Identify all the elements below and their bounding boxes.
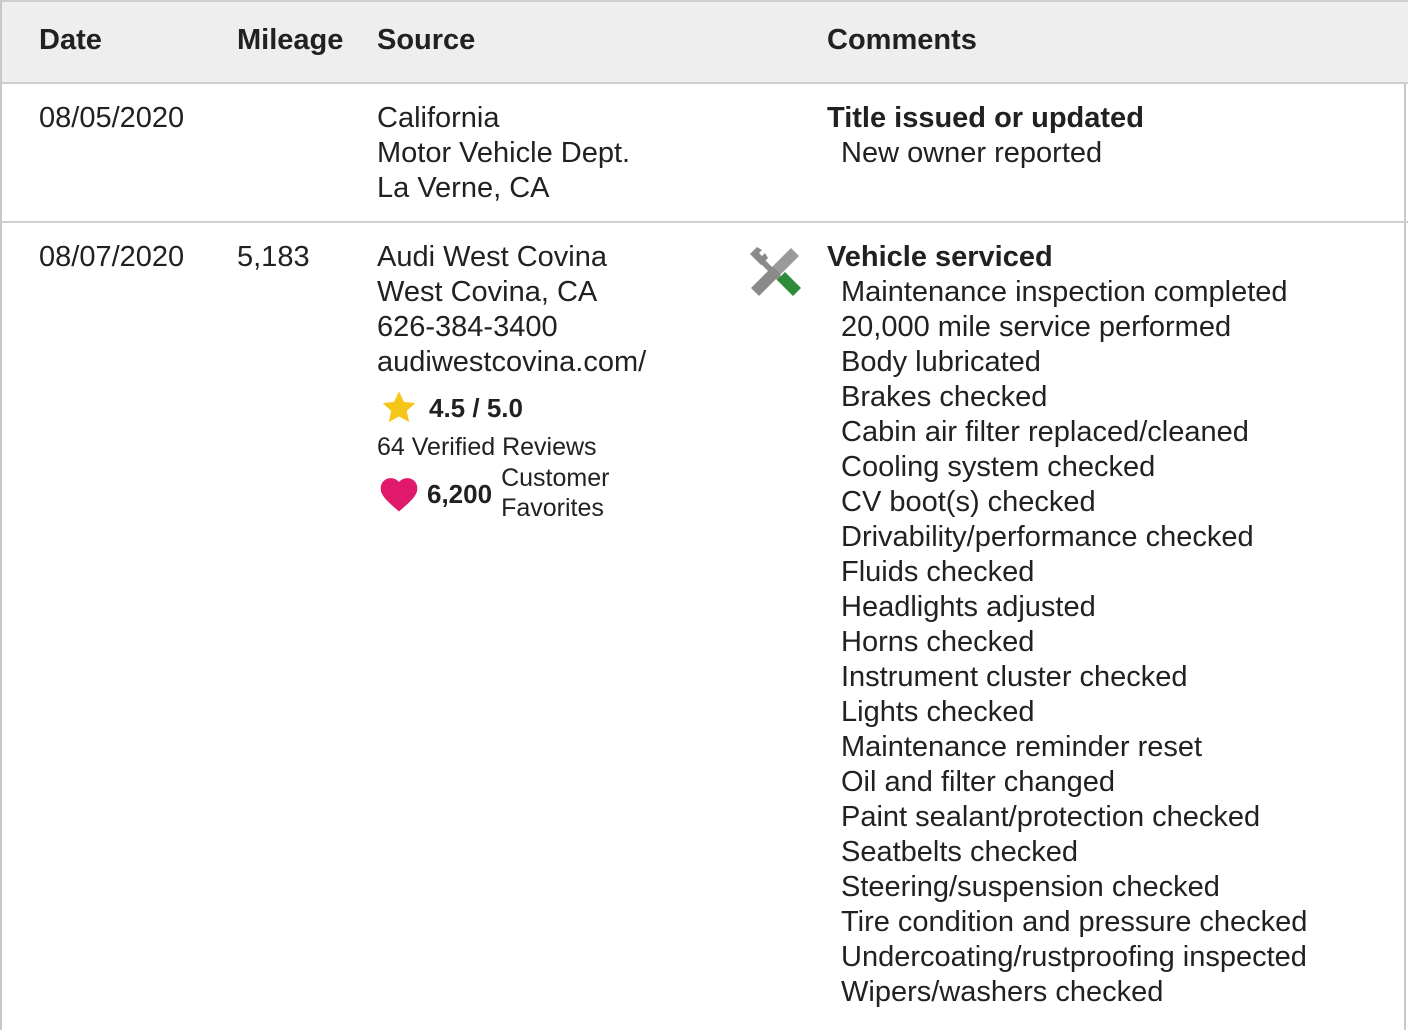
customer-favorites: 6,200 Customer Favorites [379,463,609,523]
comment-item: Undercoating/rustproofing inspected [841,941,1307,973]
row-mileage: 5,183 [237,241,310,273]
source-line: La Verne, CA [377,172,550,204]
row-date: 08/07/2020 [39,241,185,273]
favorites-label-line: Customer [501,464,610,492]
header-date: Date [39,24,102,56]
comment-item: Drivability/performance checked [841,521,1254,553]
row-comments: Title issued or updated New owner report… [827,101,1144,171]
source-phone[interactable]: 626-384-3400 [377,310,646,345]
comment-item: CV boot(s) checked [841,486,1096,518]
source-line: Motor Vehicle Dept. [377,137,631,169]
comment-item: Fluids checked [841,556,1035,588]
comment-list: Maintenance inspection completed 20,000 m… [827,275,1307,1010]
comment-item: New owner reported [841,137,1103,169]
header-source: Source [377,24,476,56]
source-website-link[interactable]: audiwestcovina.com/ [377,345,646,380]
header-mileage: Mileage [237,24,344,56]
comment-item: Body lubricated [841,346,1041,378]
comment-item: Wipers/washers checked [841,976,1164,1008]
source-line: West Covina, CA [377,276,598,308]
wrench-screwdriver-icon [750,247,801,296]
row-comments: Vehicle serviced Maintenance inspection … [827,240,1307,1010]
header-comments: Comments [827,24,977,56]
comment-item: Tire condition and pressure checked [841,906,1308,938]
comment-item: 20,000 mile service performed [841,311,1232,343]
comment-item: Paint sealant/protection checked [841,801,1261,833]
verified-reviews-link[interactable]: 64 Verified Reviews [377,432,597,462]
favorites-label-line: Favorites [501,494,604,522]
favorites-count: 6,200 [427,478,493,509]
row-divider [2,221,1408,223]
comment-item: Maintenance inspection completed [841,276,1288,308]
comment-item: Seatbelts checked [841,836,1078,868]
comment-item: Cabin air filter replaced/cleaned [841,416,1249,448]
comment-item: Brakes checked [841,381,1048,413]
comment-item: Horns checked [841,626,1035,658]
rating-value: 4.5 / 5.0 [429,392,523,423]
comment-title: Title issued or updated [827,102,1144,134]
comment-item: Lights checked [841,696,1035,728]
comment-item: Headlights adjusted [841,591,1096,623]
comment-item: Maintenance reminder reset [841,731,1203,763]
row-date: 08/05/2020 [39,102,185,134]
comment-title: Vehicle serviced [827,241,1053,273]
star-icon [382,391,416,423]
source-name[interactable]: Audi West Covina [377,240,646,275]
favorites-label: Customer Favorites [501,463,609,523]
comment-item: Steering/suspension checked [841,871,1220,903]
heart-icon [380,478,418,512]
comment-item: Oil and filter changed [841,766,1116,798]
table-header: Date Mileage Source Comments [2,0,1408,84]
comment-item: Cooling system checked [841,451,1156,483]
dealer-rating[interactable]: 4.5 / 5.0 [379,389,523,427]
source-line: California [377,102,500,134]
history-table: Date Mileage Source Comments 08/05/2020 … [0,0,1408,1030]
row-source: California Motor Vehicle Dept. La Verne,… [377,101,630,206]
row-source: Audi West Covina West Covina, CA 626-384… [377,240,646,380]
comment-item: Instrument cluster checked [841,661,1188,693]
